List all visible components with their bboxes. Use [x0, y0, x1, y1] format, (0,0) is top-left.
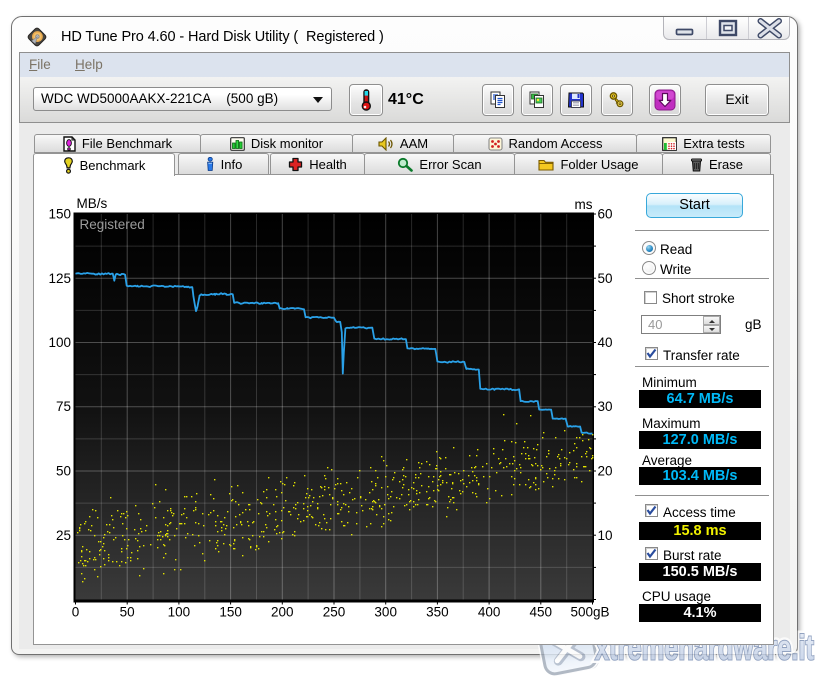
svg-text:75: 75 [56, 399, 71, 414]
svg-text:150: 150 [48, 207, 71, 222]
svg-text:10: 10 [598, 528, 613, 543]
svg-text:ms: ms [575, 197, 593, 212]
svg-text:300: 300 [374, 605, 397, 620]
svg-text:0: 0 [72, 605, 80, 620]
svg-text:50: 50 [120, 605, 135, 620]
svg-text:450: 450 [530, 605, 553, 620]
svg-text:400: 400 [478, 605, 501, 620]
svg-text:100: 100 [48, 335, 71, 350]
svg-text:50: 50 [598, 271, 613, 286]
svg-text:125: 125 [48, 271, 71, 286]
svg-text:40: 40 [598, 335, 613, 350]
svg-text:250: 250 [323, 605, 346, 620]
svg-text:60: 60 [598, 207, 613, 222]
svg-text:350: 350 [426, 605, 449, 620]
svg-text:25: 25 [56, 528, 71, 543]
svg-text:500gB: 500gB [570, 605, 609, 620]
svg-text:200: 200 [271, 605, 294, 620]
svg-text:50: 50 [56, 464, 71, 479]
svg-text:150: 150 [219, 605, 242, 620]
svg-text:MB/s: MB/s [77, 196, 108, 211]
svg-text:100: 100 [168, 605, 191, 620]
svg-text:Registered: Registered [80, 217, 145, 232]
svg-text:30: 30 [598, 399, 613, 414]
svg-text:20: 20 [598, 464, 613, 479]
